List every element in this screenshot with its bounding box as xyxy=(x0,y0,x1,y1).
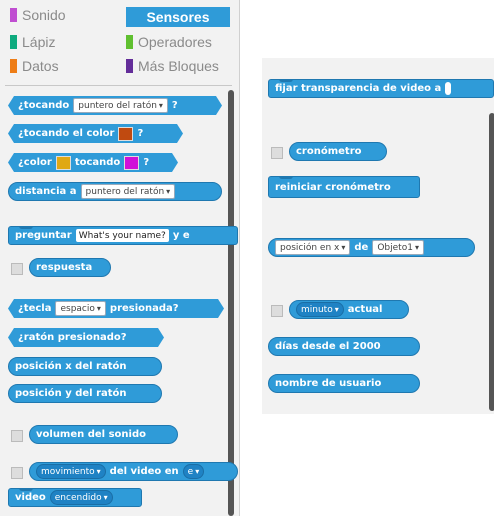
block-color-text: ¿color xyxy=(18,157,52,168)
block-raton-presionado[interactable]: ¿ratón presionado? xyxy=(8,328,164,347)
respuesta-checkbox[interactable] xyxy=(11,263,23,275)
distancia-dropdown-value: puntero del ratón xyxy=(85,186,165,197)
transparencia-input[interactable] xyxy=(445,82,452,95)
operadores-color-swatch xyxy=(126,35,133,49)
movimiento-checkbox[interactable] xyxy=(11,467,23,479)
color-swatch-input[interactable] xyxy=(118,127,133,141)
cronometro-checkbox[interactable] xyxy=(271,147,283,159)
block-tocando-color[interactable]: ¿tocando el color ? xyxy=(8,124,183,143)
distancia-dropdown[interactable]: puntero del ratón xyxy=(80,184,176,199)
category-sonido-label: Sonido xyxy=(22,7,66,23)
block-tocando-q: ? xyxy=(171,100,178,111)
category-sensores[interactable]: Sensores xyxy=(126,7,230,27)
block-tecla-tail: presionada? xyxy=(109,303,179,314)
minuto-dropdown-value: minuto xyxy=(301,304,333,315)
block-tecla-presionada[interactable]: ¿tecla espacio presionada? xyxy=(8,299,224,318)
tocando-dropdown-value: puntero del ratón xyxy=(78,100,157,111)
category-lapiz-label: Lápiz xyxy=(22,34,56,50)
datos-color-swatch xyxy=(10,59,17,73)
right-scrollbar[interactable] xyxy=(489,113,494,411)
block-posicion-x-raton[interactable]: posición x del ratón xyxy=(8,357,162,376)
block-posy-text: posición y del ratón xyxy=(15,388,127,399)
block-tocando-color-text: ¿tocando el color xyxy=(18,128,115,139)
block-distancia-text: distancia a xyxy=(15,186,77,197)
block-color-tocando[interactable]: ¿color tocando ? xyxy=(8,153,178,172)
block-video-text: video xyxy=(15,492,46,503)
category-operadores[interactable]: Operadores xyxy=(126,34,212,50)
tecla-dropdown-value: espacio xyxy=(60,303,95,314)
block-raton-text: ¿ratón presionado? xyxy=(18,332,127,343)
posicion-object-value: Objeto1 xyxy=(377,242,413,253)
block-minuto-actual[interactable]: minuto actual xyxy=(289,300,409,319)
block-tocando-text: ¿tocando xyxy=(18,100,70,111)
block-reiniciar-cronometro[interactable]: reiniciar cronómetro xyxy=(268,176,420,198)
lapiz-color-swatch xyxy=(10,35,17,49)
sonido-color-swatch xyxy=(10,8,17,22)
category-lapiz[interactable]: Lápiz xyxy=(10,34,55,50)
minuto-dropdown[interactable]: minuto xyxy=(296,302,344,317)
block-movimiento-video[interactable]: movimiento del video en e xyxy=(29,462,238,481)
block-posicion-y-raton[interactable]: posición y del ratón xyxy=(8,384,162,403)
movimiento-target-dropdown[interactable]: e xyxy=(182,464,205,479)
block-preguntar-text: preguntar xyxy=(15,230,72,241)
category-sensores-label: Sensores xyxy=(146,9,210,25)
posicion-attribute-dropdown[interactable]: posición en x xyxy=(275,240,351,255)
right-palette-panel: fijar transparencia de video a cronómetr… xyxy=(262,58,494,414)
mas-bloques-color-swatch xyxy=(126,59,133,73)
video-dropdown[interactable]: encendido xyxy=(49,490,113,505)
category-datos-label: Datos xyxy=(22,58,59,74)
category-divider xyxy=(5,85,232,86)
preguntar-input[interactable]: What's your name? xyxy=(75,229,169,242)
palette-scrollbar[interactable] xyxy=(228,90,234,516)
color-swatch-input-1[interactable] xyxy=(56,156,71,170)
block-tecla-text: ¿tecla xyxy=(18,303,52,314)
actual-checkbox[interactable] xyxy=(271,305,283,317)
block-cronometro-text: cronómetro xyxy=(296,146,362,157)
category-datos[interactable]: Datos xyxy=(10,58,59,74)
block-respuesta[interactable]: respuesta xyxy=(29,258,111,277)
block-color-q: ? xyxy=(143,157,150,168)
block-reiniciar-text: reiniciar cronómetro xyxy=(275,181,391,193)
video-dropdown-value: encendido xyxy=(54,492,102,503)
movimiento-dropdown[interactable]: movimiento xyxy=(36,464,106,479)
block-posx-text: posición x del ratón xyxy=(15,361,127,372)
left-palette-panel: Sonido Sensores Lápiz Operadores Datos M… xyxy=(0,0,240,516)
block-usuario-text: nombre de usuario xyxy=(275,378,382,389)
category-sonido[interactable]: Sonido xyxy=(10,7,66,23)
posicion-attribute-value: posición en x xyxy=(280,242,340,253)
block-cronometro[interactable]: cronómetro xyxy=(289,142,387,161)
block-nombre-usuario[interactable]: nombre de usuario xyxy=(268,374,420,393)
volumen-checkbox[interactable] xyxy=(11,430,23,442)
block-distancia[interactable]: distancia a puntero del ratón xyxy=(8,182,222,201)
tocando-dropdown[interactable]: puntero del ratón xyxy=(73,98,168,113)
movimiento-target-value: e xyxy=(187,466,194,477)
block-dias-text: días desde el 2000 xyxy=(275,341,381,352)
block-dias-desde-2000[interactable]: días desde el 2000 xyxy=(268,337,420,356)
block-tocando-color-q: ? xyxy=(137,128,144,139)
block-color-mid: tocando xyxy=(74,157,121,168)
category-mas-bloques-label: Más Bloques xyxy=(138,58,219,74)
block-fijar-transparencia[interactable]: fijar transparencia de video a xyxy=(268,79,494,98)
movimiento-dropdown-value: movimiento xyxy=(41,466,95,477)
block-preguntar-tail: y e xyxy=(172,230,190,241)
block-video[interactable]: video encendido xyxy=(8,488,142,507)
block-respuesta-text: respuesta xyxy=(36,262,93,273)
posicion-object-dropdown[interactable]: Objeto1 xyxy=(372,240,424,255)
block-posicion-de-objeto[interactable]: posición en x de Objeto1 xyxy=(268,238,475,257)
tecla-dropdown[interactable]: espacio xyxy=(55,301,105,316)
category-operadores-label: Operadores xyxy=(138,34,212,50)
block-posicion-text: de xyxy=(354,242,369,253)
block-movimiento-text: del video en xyxy=(109,466,179,477)
block-actual-text: actual xyxy=(347,304,383,315)
preguntar-input-value: What's your name? xyxy=(78,230,166,241)
block-volumen-text: volumen del sonido xyxy=(36,429,146,440)
block-volumen-sonido[interactable]: volumen del sonido xyxy=(29,425,178,444)
block-tocando[interactable]: ¿tocando puntero del ratón ? xyxy=(8,96,222,115)
block-preguntar[interactable]: preguntar What's your name? y e xyxy=(8,226,238,245)
category-mas-bloques[interactable]: Más Bloques xyxy=(126,58,219,74)
color-swatch-input-2[interactable] xyxy=(124,156,139,170)
block-transparencia-text: fijar transparencia de video a xyxy=(275,83,442,94)
